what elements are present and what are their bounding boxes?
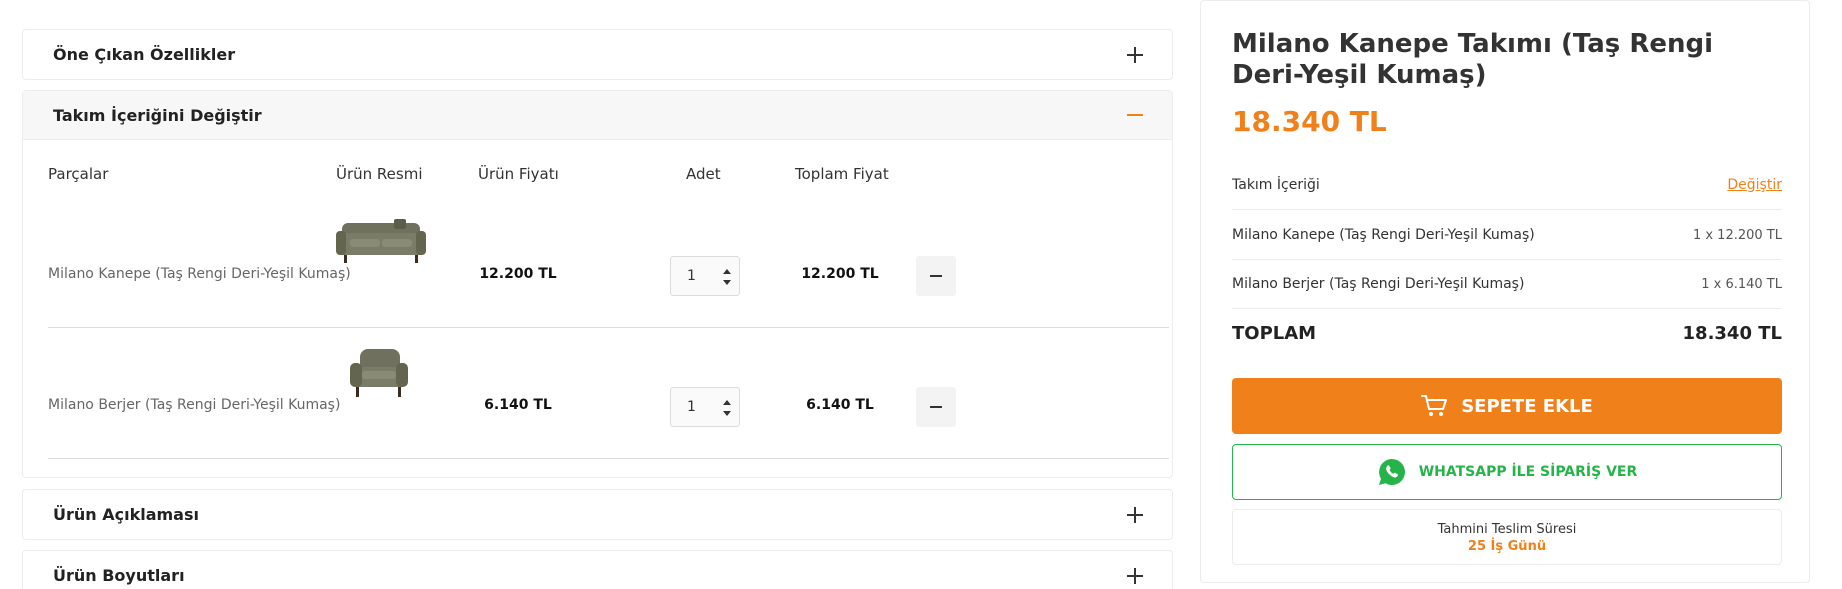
plus-icon[interactable] <box>1126 567 1144 585</box>
header-price: Ürün Fiyatı <box>478 165 559 183</box>
whatsapp-icon <box>1378 459 1405 485</box>
summary-item-qty-price: 1 x 6.140 TL <box>1701 276 1782 292</box>
delivery-value: 25 İş Günü <box>1467 539 1547 554</box>
sofa-image <box>336 219 426 263</box>
row-price: 6.140 TL <box>484 397 552 413</box>
total-value: 18.340 TL <box>1682 323 1782 344</box>
header-image: Ürün Resmi <box>336 165 423 183</box>
plus-icon[interactable] <box>1126 46 1144 64</box>
change-set-link[interactable]: Değiştir <box>1727 177 1782 193</box>
quantity-value: 1 <box>687 268 696 284</box>
accordion-description-header[interactable]: Ürün Açıklaması <box>23 490 1172 539</box>
add-to-cart-label: SEPETE EKLE <box>1461 395 1593 417</box>
quantity-value: 1 <box>687 399 696 415</box>
chevron-up-icon[interactable] <box>723 269 731 274</box>
order-summary-card: Milano Kanepe Takımı (Taş Rengi Deri-Yeş… <box>1200 0 1810 583</box>
row-total: 6.140 TL <box>806 397 874 413</box>
set-content-label: Takım İçeriği <box>1232 177 1320 193</box>
header-qty: Adet <box>686 165 721 183</box>
row-total: 12.200 TL <box>801 266 879 282</box>
accordion-dimensions-title: Ürün Boyutları <box>53 566 185 585</box>
accordion-set-title: Takım İçeriğini Değiştir <box>53 105 262 125</box>
table-row: Milano Kanepe (Taş Rengi Deri-Yeşil Kuma… <box>48 198 1169 328</box>
accordion-features-header[interactable]: Öne Çıkan Özellikler <box>23 30 1172 79</box>
summary-item-qty-price: 1 x 12.200 TL <box>1692 227 1782 243</box>
product-price: 18.340 TL <box>1232 105 1387 138</box>
row-price: 12.200 TL <box>479 266 557 282</box>
chevron-down-icon[interactable] <box>723 280 731 285</box>
whatsapp-order-label: WHATSAPP İLE SİPARİŞ VER <box>1418 464 1638 480</box>
summary-item-name: Milano Kanepe (Taş Rengi Deri-Yeşil Kuma… <box>1232 227 1535 243</box>
accordion-set-header[interactable]: Takım İçeriğini Değiştir <box>23 91 1172 140</box>
armchair-image <box>350 349 408 397</box>
summary-item-name: Milano Berjer (Taş Rengi Deri-Yeşil Kuma… <box>1232 276 1525 292</box>
chevron-up-icon[interactable] <box>723 400 731 405</box>
minus-icon[interactable] <box>1126 106 1144 124</box>
delivery-estimate: Tahmini Teslim Süresi 25 İş Günü <box>1232 509 1782 565</box>
accordion-set-content: Takım İçeriğini Değiştir Parçalar Ürün R… <box>22 90 1173 478</box>
header-parts: Parçalar <box>48 165 109 183</box>
quantity-stepper[interactable]: 1 <box>670 387 740 427</box>
accordion-features: Öne Çıkan Özellikler <box>22 29 1173 80</box>
delivery-label: Tahmini Teslim Süresi <box>1437 522 1577 537</box>
quantity-stepper[interactable]: 1 <box>670 256 740 296</box>
header-total: Toplam Fiyat <box>795 165 889 183</box>
accordion-description-title: Ürün Açıklaması <box>53 505 199 524</box>
summary-item: Milano Berjer (Taş Rengi Deri-Yeşil Kuma… <box>1232 260 1782 309</box>
accordion-description: Ürün Açıklaması <box>22 489 1173 540</box>
remove-item-button[interactable] <box>916 387 956 427</box>
accordion-dimensions-header[interactable]: Ürün Boyutları <box>23 551 1172 589</box>
remove-item-button[interactable] <box>916 256 956 296</box>
summary-item: Milano Kanepe (Taş Rengi Deri-Yeşil Kuma… <box>1232 211 1782 260</box>
table-row: Milano Berjer (Taş Rengi Deri-Yeşil Kuma… <box>48 329 1169 459</box>
product-title: Milano Kanepe Takımı (Taş Rengi Deri-Yeş… <box>1232 29 1714 90</box>
whatsapp-order-button[interactable]: WHATSAPP İLE SİPARİŞ VER <box>1232 444 1782 500</box>
cart-icon <box>1421 395 1448 416</box>
accordion-features-title: Öne Çıkan Özellikler <box>53 45 236 64</box>
plus-icon[interactable] <box>1126 506 1144 524</box>
total-row: TOPLAM 18.340 TL <box>1232 323 1782 344</box>
total-label: TOPLAM <box>1232 323 1317 344</box>
row-name: Milano Berjer (Taş Rengi Deri-Yeşil Kuma… <box>48 397 341 413</box>
accordion-dimensions: Ürün Boyutları <box>22 550 1173 589</box>
row-name: Milano Kanepe (Taş Rengi Deri-Yeşil Kuma… <box>48 266 351 282</box>
add-to-cart-button[interactable]: SEPETE EKLE <box>1232 378 1782 434</box>
set-content-row: Takım İçeriği Değiştir <box>1232 161 1782 210</box>
chevron-down-icon[interactable] <box>723 411 731 416</box>
